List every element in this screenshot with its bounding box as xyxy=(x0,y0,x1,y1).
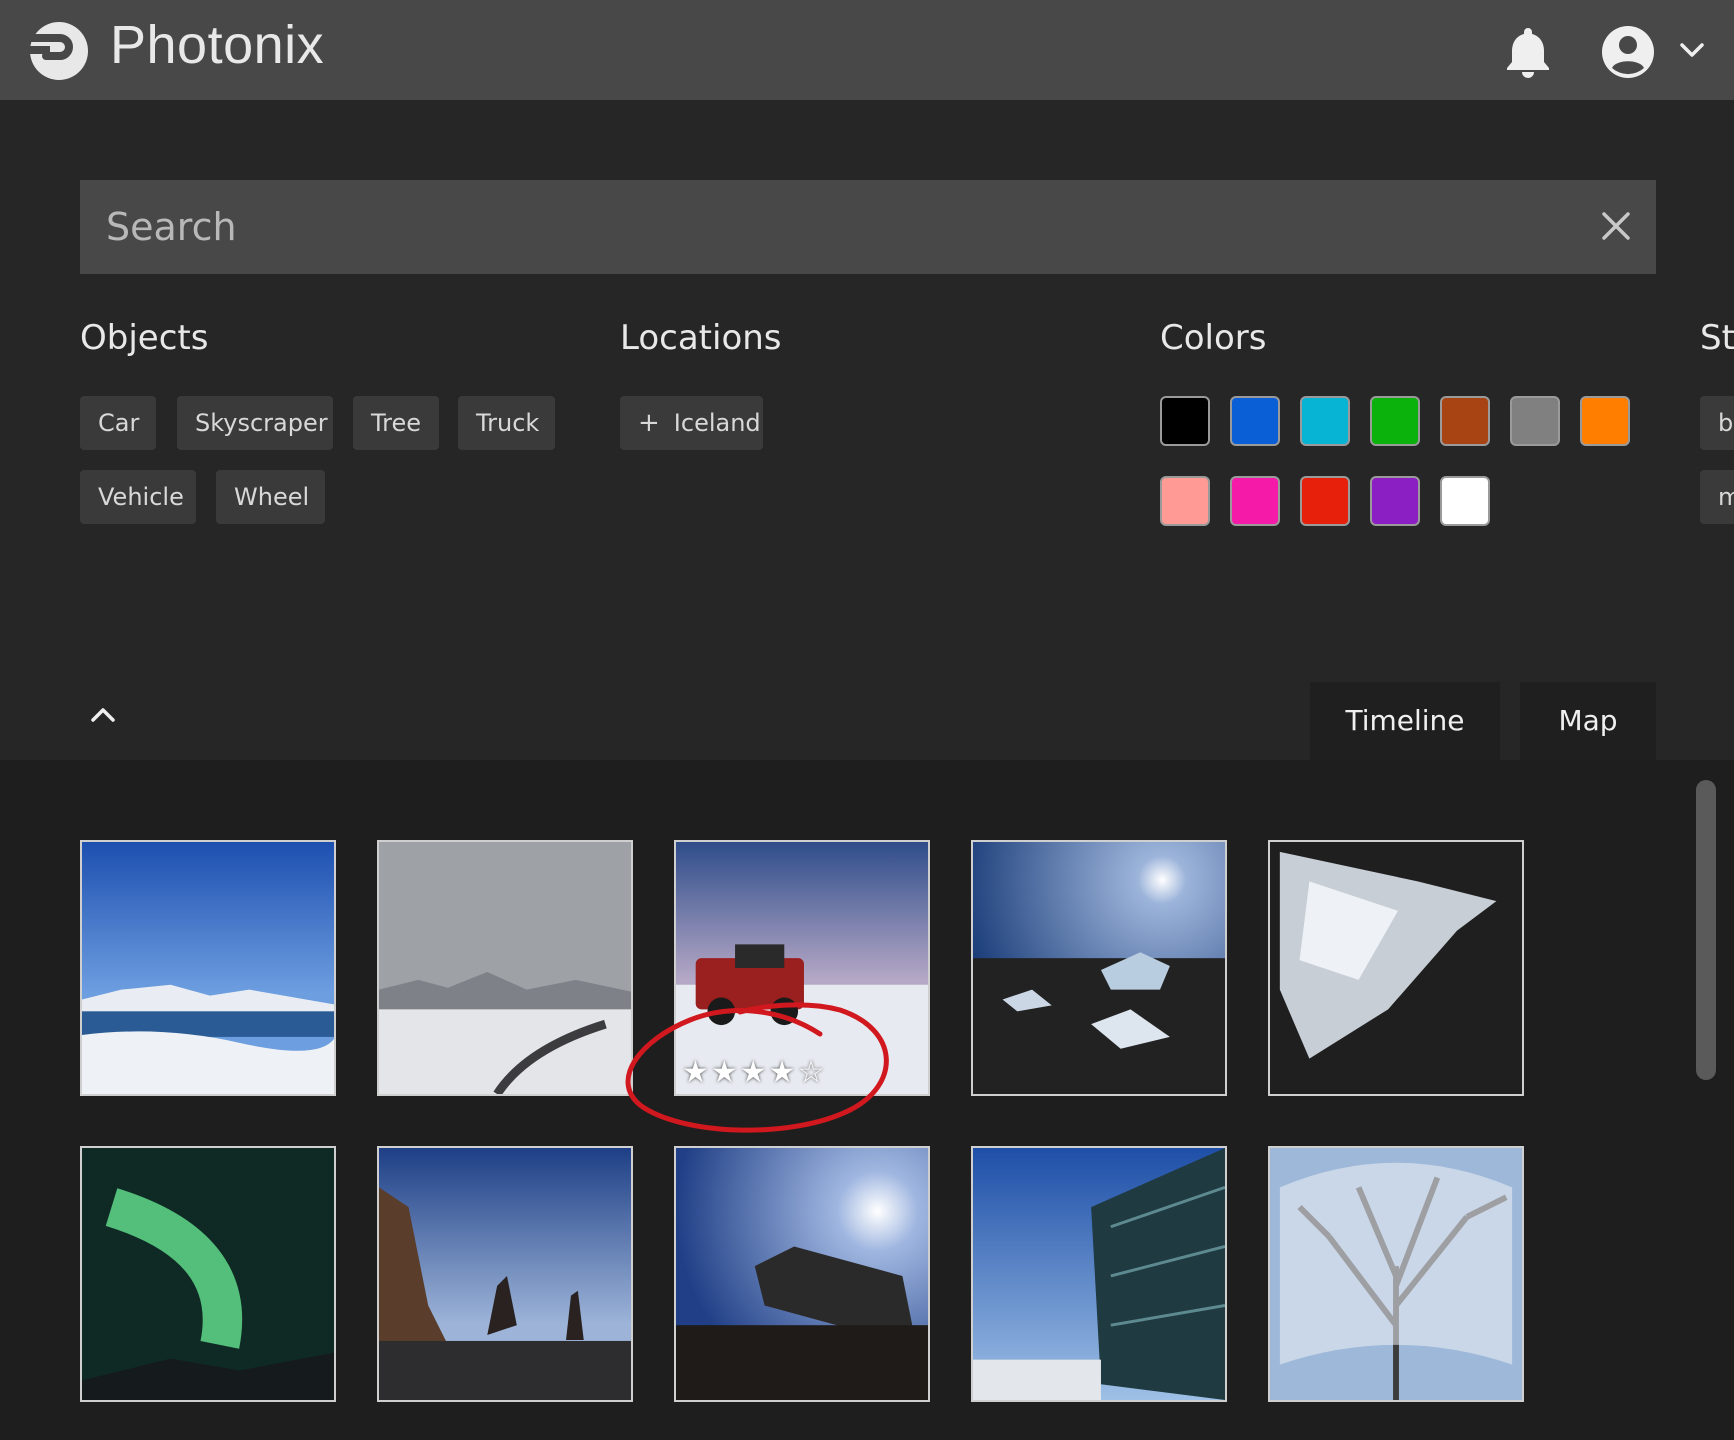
color-swatch[interactable] xyxy=(1230,476,1280,526)
photo-thumbnail[interactable] xyxy=(971,1146,1227,1402)
color-swatch[interactable] xyxy=(1370,476,1420,526)
app-header: Photonix xyxy=(0,0,1734,100)
photo-thumbnail[interactable] xyxy=(674,1146,930,1402)
tag-chip[interactable]: Truck xyxy=(458,396,555,450)
tag-chip[interactable]: Wheel xyxy=(216,470,325,524)
tag-chip[interactable]: Car xyxy=(80,396,156,450)
app-title: Photonix xyxy=(110,15,325,75)
photo-thumbnail[interactable] xyxy=(377,840,633,1096)
locations-title: Locations xyxy=(620,318,782,358)
photo-thumbnail[interactable] xyxy=(80,840,336,1096)
color-swatch[interactable] xyxy=(1230,396,1280,446)
chevron-up-icon[interactable] xyxy=(88,702,118,726)
color-swatch[interactable] xyxy=(1300,396,1350,446)
star-rating[interactable]: ★★★★☆ xyxy=(682,1055,826,1090)
colors-title: Colors xyxy=(1160,318,1267,358)
objects-title: Objects xyxy=(80,318,209,358)
scrollbar[interactable] xyxy=(1696,780,1716,1080)
chevron-down-icon[interactable] xyxy=(1678,40,1706,60)
color-swatch[interactable] xyxy=(1580,396,1630,446)
style-chip-partial[interactable]: b xyxy=(1700,396,1734,450)
color-swatch[interactable] xyxy=(1300,476,1350,526)
color-swatch[interactable] xyxy=(1440,396,1490,446)
account-circle-icon[interactable] xyxy=(1600,24,1656,80)
color-swatch[interactable] xyxy=(1510,396,1560,446)
tab-map[interactable]: Map xyxy=(1520,682,1656,760)
plus-icon: + xyxy=(638,408,660,438)
tag-chip[interactable]: Vehicle xyxy=(80,470,196,524)
photo-thumbnail[interactable] xyxy=(1268,1146,1524,1402)
photo-gallery: ★★★★☆ xyxy=(0,760,1734,1440)
color-swatch[interactable] xyxy=(1160,476,1210,526)
tab-timeline[interactable]: Timeline xyxy=(1310,682,1500,760)
search-input[interactable] xyxy=(80,180,1580,274)
styles-title-partial: St xyxy=(1700,318,1734,358)
search-bar xyxy=(80,180,1656,274)
tag-chip[interactable]: Skyscraper xyxy=(177,396,333,450)
tag-chip[interactable]: Tree xyxy=(353,396,439,450)
location-chip[interactable]: + Iceland xyxy=(620,396,763,450)
location-label: Iceland xyxy=(673,409,761,437)
photo-thumbnail[interactable] xyxy=(1268,840,1524,1096)
bell-icon[interactable] xyxy=(1504,24,1552,78)
photo-thumbnail[interactable]: ★★★★☆ xyxy=(674,840,930,1096)
photo-thumbnail[interactable] xyxy=(971,840,1227,1096)
color-swatch[interactable] xyxy=(1160,396,1210,446)
color-swatch[interactable] xyxy=(1370,396,1420,446)
photo-thumbnail[interactable] xyxy=(377,1146,633,1402)
filter-panel: Objects Car Skyscraper Tree Truck Vehicl… xyxy=(0,100,1734,760)
color-swatch[interactable] xyxy=(1440,476,1490,526)
close-icon[interactable] xyxy=(1598,208,1634,244)
style-chip-partial[interactable]: m xyxy=(1700,470,1734,524)
photonix-logo-icon[interactable] xyxy=(28,20,90,82)
photo-thumbnail[interactable] xyxy=(80,1146,336,1402)
